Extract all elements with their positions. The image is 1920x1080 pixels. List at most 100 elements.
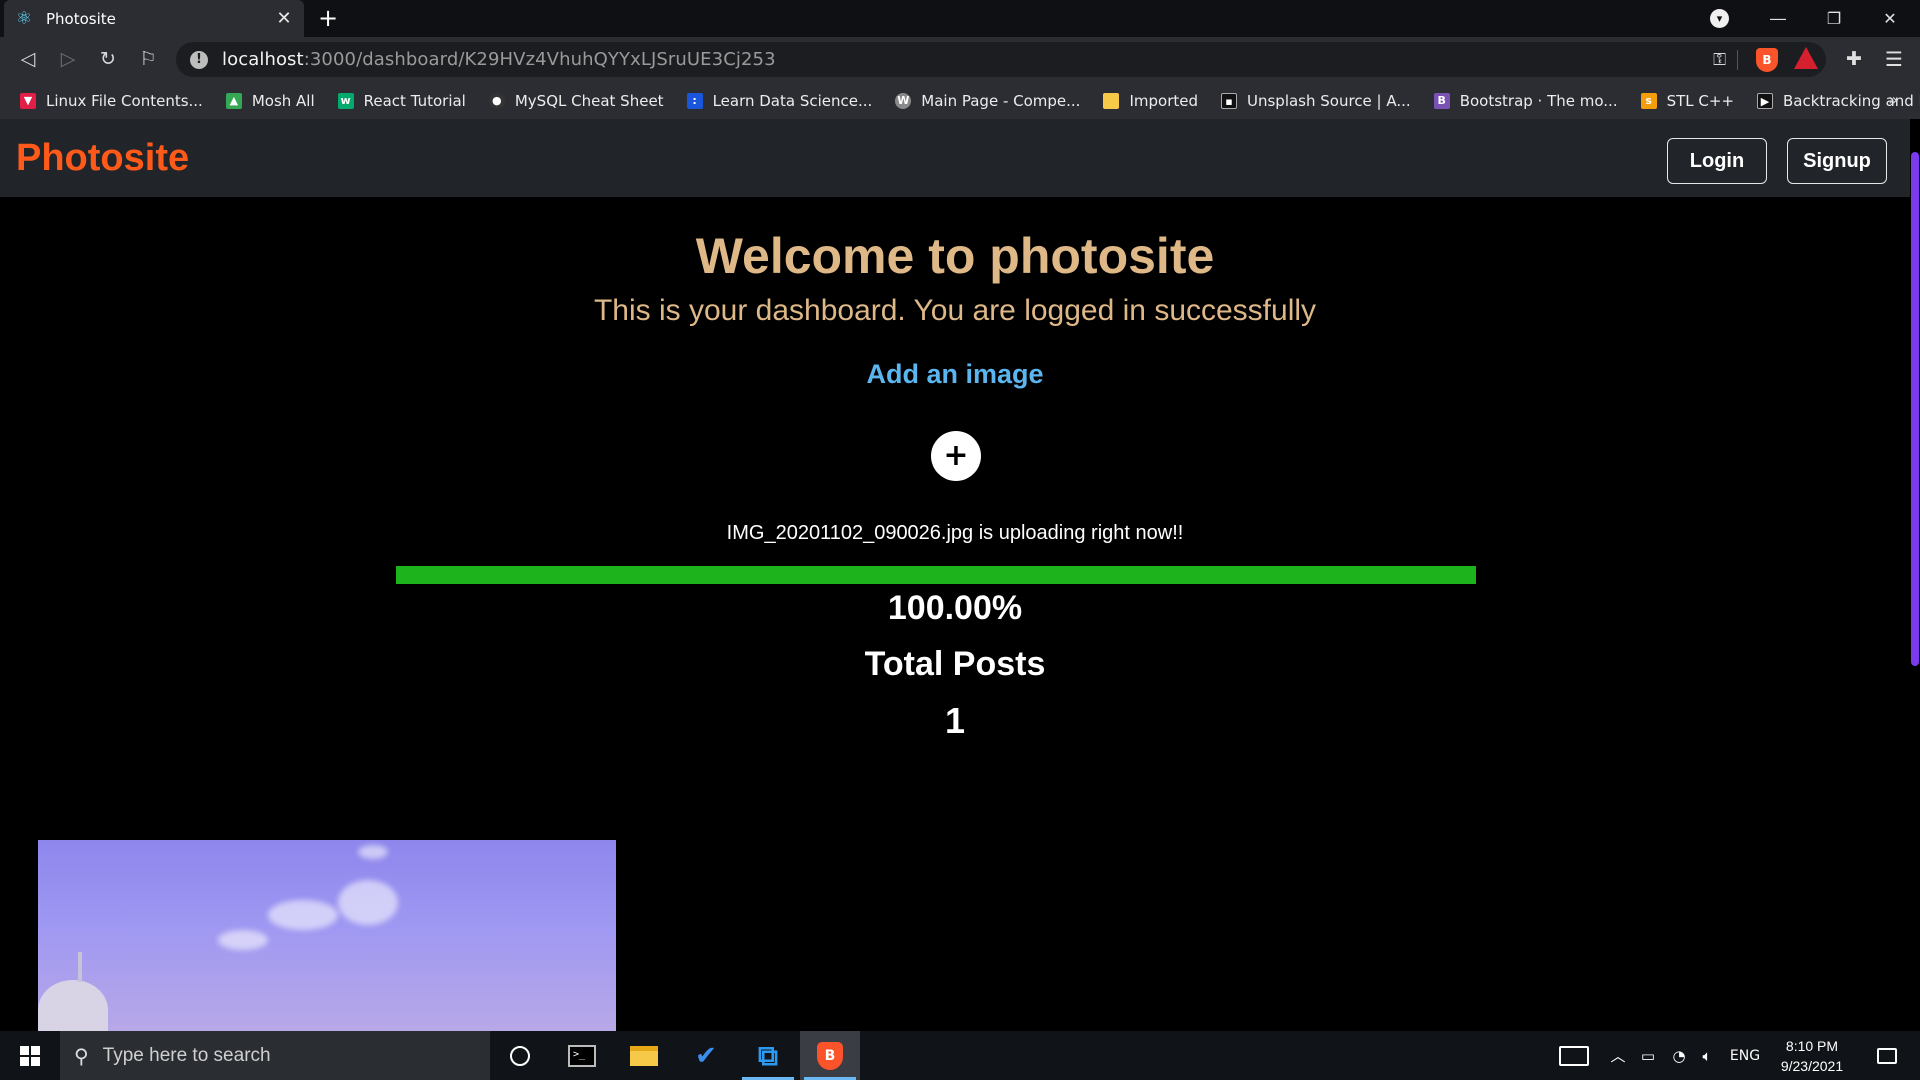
search-placeholder: Type here to search <box>102 1044 271 1066</box>
bookmark-label: Imported <box>1129 91 1198 110</box>
url-divider <box>1737 50 1738 70</box>
brave-browser-icon[interactable]: B <box>800 1031 860 1080</box>
building-dome <box>38 980 108 1031</box>
cloud <box>338 880 398 925</box>
windows-taskbar: ⚲ Type here to search >_ ✔ ⧉ B ︿ ▭ ◔ 🔈︎ … <box>0 1031 1920 1080</box>
url-path: :3000/dashboard/K29HVz4VhuhQYYxLJSruUE3C… <box>303 49 776 70</box>
restore-icon[interactable]: ❐ <box>1806 0 1862 37</box>
total-posts-count: 1 <box>944 700 966 741</box>
wifi-icon[interactable]: ◔ <box>1666 1031 1692 1080</box>
brave-rewards-icon[interactable] <box>1794 47 1818 69</box>
folder-icon <box>1103 92 1120 109</box>
github-icon: ● <box>488 92 505 109</box>
data-science-icon: : <box>686 92 703 109</box>
google-drive-icon: ▲ <box>225 92 242 109</box>
wiki-icon: W <box>895 92 912 109</box>
w3schools-icon: w <box>337 92 354 109</box>
brave-shields-icon[interactable]: B <box>1756 48 1778 72</box>
show-hidden-icons[interactable]: ︿ <box>1606 1031 1630 1080</box>
extensions-icon[interactable]: ✚ <box>1840 45 1868 73</box>
reload-icon[interactable]: ↻ <box>94 45 122 73</box>
tab-search-icon[interactable]: ▾ <box>1710 9 1729 28</box>
linux-icon: ▼ <box>20 92 36 109</box>
upload-percent: 100.00% <box>887 589 1023 627</box>
url-text[interactable]: localhost:3000/dashboard/K29HVz4VhuhQYYx… <box>222 49 776 70</box>
more-bookmarks-icon[interactable]: » <box>1888 90 1898 109</box>
bootstrap-icon: B <box>1433 92 1450 109</box>
bookmark-label: React Tutorial <box>363 91 466 110</box>
menu-icon[interactable]: ☰ <box>1880 45 1908 73</box>
bookmark-label: Main Page - Compe... <box>921 91 1081 110</box>
bookmark-label: Backtracking and N... <box>1783 91 1920 110</box>
upload-progress-fill <box>396 566 1476 584</box>
unsplash-icon: ▪ <box>1221 92 1237 109</box>
bookmark-item[interactable]: ▲ Mosh All <box>225 91 315 110</box>
stl-icon: s <box>1640 92 1657 109</box>
bookmark-item[interactable]: ● MySQL Cheat Sheet <box>488 91 664 110</box>
cloud <box>218 930 268 950</box>
bookmark-item[interactable]: w React Tutorial <box>337 91 466 110</box>
add-image-label: Add an image <box>0 359 1910 390</box>
cloud <box>268 900 338 930</box>
search-icon: ⚲ <box>74 1043 89 1068</box>
url-host: localhost <box>222 49 304 70</box>
upload-progress-bar <box>396 566 1476 584</box>
browser-tab[interactable]: ⚛ Photosite ✕ <box>4 0 304 37</box>
scrollbar-thumb[interactable] <box>1911 152 1919 666</box>
close-tab-icon[interactable]: ✕ <box>274 8 294 29</box>
bookmark-item[interactable]: s STL C++ <box>1640 92 1734 110</box>
start-button[interactable] <box>0 1031 60 1080</box>
browser-tab-bar: ⚛ Photosite ✕ + ▾ ― ❐ ✕ <box>0 0 1920 37</box>
cortana-icon[interactable] <box>490 1031 550 1080</box>
browser-toolbar: ◁ ▷ ↻ ⚐ ! localhost:3000/dashboard/K29HV… <box>0 37 1920 82</box>
bookmarks-bar: ▼ Linux File Contents... ▲ Mosh All w React… <box>0 82 1920 119</box>
notifications-icon[interactable] <box>1862 1031 1912 1080</box>
bookmark-item[interactable]: ▼ Linux File Contents... <box>20 92 203 110</box>
add-image-button[interactable]: + <box>931 431 981 481</box>
news-icon[interactable] <box>1552 1031 1596 1080</box>
bookmark-item[interactable]: B Bootstrap · The mo... <box>1433 91 1618 110</box>
bookmark-label: Unsplash Source | A... <box>1247 91 1411 110</box>
backtracking-icon: ▶ <box>1757 92 1774 109</box>
windows-icon <box>20 1045 40 1066</box>
bookmark-label: MySQL Cheat Sheet <box>514 91 664 110</box>
login-button[interactable]: Login <box>1667 138 1767 184</box>
brand-logo[interactable]: Photosite <box>16 137 189 180</box>
bookmark-item[interactable]: : Learn Data Science... <box>686 91 873 110</box>
dashboard-subtitle: This is your dashboard. You are logged i… <box>593 294 1317 327</box>
close-window-icon[interactable]: ✕ <box>1862 0 1918 37</box>
forward-icon[interactable]: ▷ <box>54 45 82 73</box>
post-image[interactable] <box>38 840 616 1031</box>
bookmark-item[interactable]: Imported <box>1103 92 1198 110</box>
battery-icon[interactable]: ▭ <box>1634 1031 1662 1080</box>
bookmark-label: Linux File Contents... <box>46 91 203 110</box>
bookmark-label: Learn Data Science... <box>712 91 873 110</box>
taskbar-search[interactable]: ⚲ Type here to search <box>60 1031 490 1080</box>
tab-title: Photosite <box>46 9 116 28</box>
dashboard-main: Welcome to photosite This is your dashbo… <box>0 197 1910 1031</box>
clock-date: 9/23/2021 <box>1780 1058 1844 1074</box>
add-image-link[interactable]: Add an image <box>866 359 1043 389</box>
terminal-icon[interactable]: >_ <box>552 1031 612 1080</box>
bookmark-item[interactable]: W Main Page - Compe... <box>895 92 1080 110</box>
file-explorer-icon[interactable] <box>614 1031 674 1080</box>
signup-button[interactable]: Signup <box>1787 138 1887 184</box>
address-bar[interactable]: ! localhost:3000/dashboard/K29HVz4VhuhQY… <box>176 42 1826 77</box>
password-key-icon[interactable]: ⚿ <box>1713 50 1726 70</box>
site-info-icon[interactable]: ! <box>190 50 208 69</box>
page-title: Welcome to photosite <box>695 228 1215 284</box>
volume-icon[interactable]: 🔈︎ <box>1694 1031 1720 1080</box>
bookmark-label: Bootstrap · The mo... <box>1459 91 1618 110</box>
taskbar-clock[interactable]: 8:10 PM 9/23/2021 <box>1768 1036 1856 1076</box>
language-indicator[interactable]: ENG <box>1724 1031 1766 1080</box>
bookmark-item[interactable]: ▪ Unsplash Source | A... <box>1221 92 1411 110</box>
minimize-icon[interactable]: ― <box>1750 0 1806 37</box>
upload-status-text: IMG_20201102_090026.jpg is uploading rig… <box>726 522 1184 544</box>
react-icon: ⚛ <box>15 7 33 29</box>
bookmark-icon[interactable]: ⚐ <box>134 45 162 73</box>
vscode-icon[interactable]: ⧉ <box>738 1031 798 1080</box>
bookmark-label: Mosh All <box>251 91 315 110</box>
new-tab-icon[interactable]: + <box>318 4 338 32</box>
back-icon[interactable]: ◁ <box>14 45 42 73</box>
todo-icon[interactable]: ✔ <box>676 1031 736 1080</box>
